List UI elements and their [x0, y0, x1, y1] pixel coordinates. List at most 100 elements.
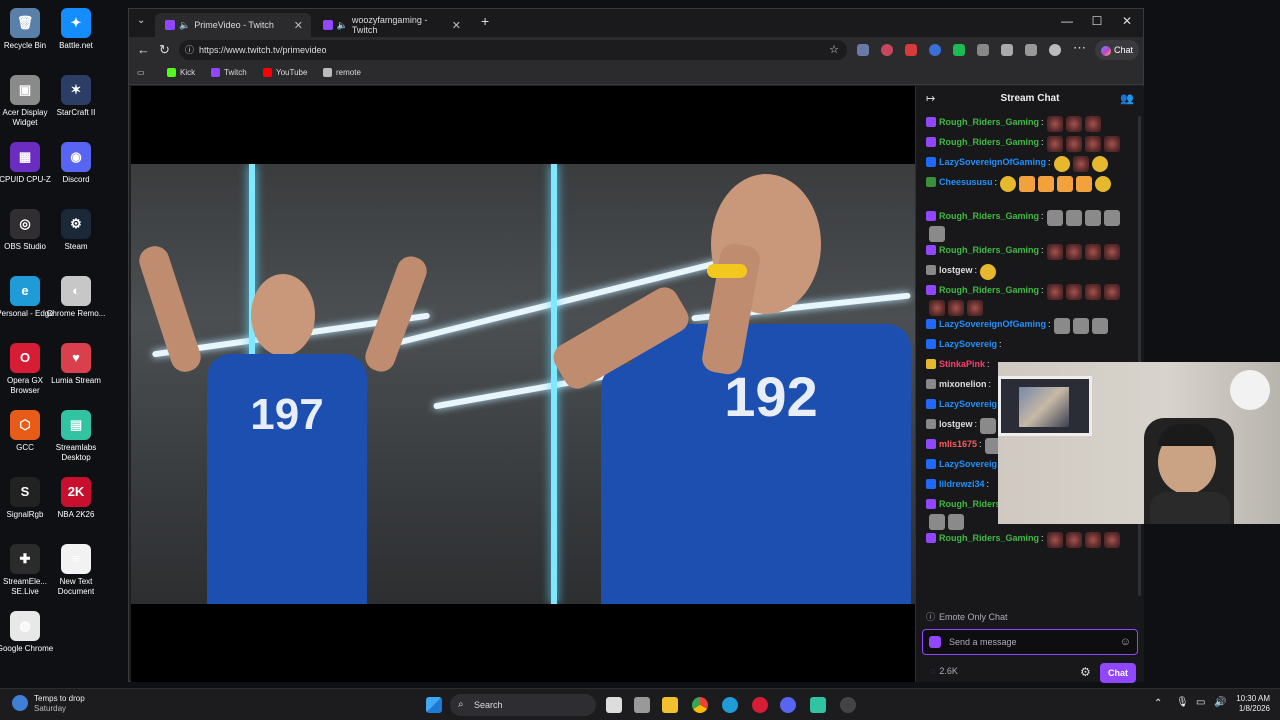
emote-icon[interactable] — [1084, 136, 1101, 152]
url-field[interactable]: ⓘ https://www.twitch.tv/primevideo ☆ — [179, 40, 847, 60]
emote-icon[interactable] — [980, 418, 997, 434]
emote-icon[interactable] — [1103, 244, 1120, 260]
chat-username[interactable]: LazySovereignOfGaming — [939, 156, 1046, 168]
task-view-icon[interactable] — [606, 697, 622, 713]
emote-icon[interactable] — [1019, 176, 1036, 192]
network-icon[interactable]: ▭ — [1196, 697, 1205, 708]
emote-icon[interactable] — [1072, 156, 1089, 172]
emote-icon[interactable] — [1091, 318, 1108, 334]
chat-settings-icon[interactable]: ⚙ — [1080, 665, 1091, 679]
desktop-icon[interactable]: ≡ New Text Document — [44, 544, 108, 597]
volume-icon[interactable]: 🔊 — [1214, 697, 1226, 708]
emote-icon[interactable] — [967, 300, 983, 316]
emote-icon[interactable] — [1065, 136, 1082, 152]
emote-icon[interactable] — [1103, 136, 1120, 152]
emote-icon[interactable] — [1084, 284, 1101, 300]
emote-icon[interactable] — [1000, 176, 1017, 192]
refresh-icon[interactable]: ↻ — [159, 42, 170, 58]
emote-icon[interactable] — [929, 300, 945, 316]
taskbar-search[interactable]: ⌕ Search — [450, 694, 596, 716]
emote-icon[interactable] — [1091, 156, 1108, 172]
new-tab-button[interactable]: + — [481, 13, 489, 29]
favorite-twitch[interactable]: Twitch — [211, 68, 247, 77]
emote-icon[interactable] — [1103, 284, 1120, 300]
chat-username[interactable]: lildrewzi34 — [939, 478, 985, 490]
emote-icon[interactable] — [1046, 532, 1063, 548]
emote-icon[interactable] — [1095, 176, 1112, 192]
window-close-icon[interactable]: ✕ — [1117, 14, 1137, 28]
emote-icon[interactable] — [1046, 210, 1063, 226]
chrome-icon[interactable] — [692, 697, 708, 713]
chat-username[interactable]: mixonelion — [939, 378, 987, 390]
copilot-chat-button[interactable]: Chat — [1095, 40, 1140, 60]
chat-username[interactable]: LazySovereig — [939, 458, 997, 470]
minimize-icon[interactable]: — — [1057, 14, 1077, 28]
weather-widget[interactable]: Temps to drop Saturday — [34, 694, 85, 714]
emote-icon[interactable] — [1065, 284, 1082, 300]
file-explorer-icon[interactable] — [662, 697, 678, 713]
tab-woozyfamgaming[interactable]: 🔈 woozyfamgaming - Twitch ✕ — [313, 13, 469, 37]
extension-icon[interactable] — [905, 44, 917, 56]
chat-username[interactable]: Rough_Riders_Gaming — [939, 136, 1039, 148]
desktop-icon[interactable]: ⚙ Steam — [44, 209, 108, 252]
widgets-icon[interactable] — [634, 697, 650, 713]
desktop-icon[interactable]: ✦ Battle.net — [44, 8, 108, 51]
extension-icon[interactable] — [929, 44, 941, 56]
emote-icon[interactable] — [1065, 532, 1082, 548]
desktop-icon[interactable]: 2K NBA 2K26 — [44, 477, 108, 520]
maximize-icon[interactable]: ☐ — [1087, 14, 1107, 28]
emote-icon[interactable] — [1046, 284, 1063, 300]
chat-scrollbar[interactable] — [1138, 116, 1141, 596]
close-icon[interactable]: ✕ — [452, 19, 461, 32]
close-icon[interactable]: ✕ — [294, 19, 303, 32]
chat-username[interactable]: Rough_Riders_Gaming — [939, 532, 1039, 544]
tab-primevideo[interactable]: 🔈 PrimeVideo - Twitch ✕ — [155, 13, 311, 37]
desktop-icon[interactable]: ◍ Google Chrome — [0, 611, 57, 654]
emote-icon[interactable] — [1103, 532, 1120, 548]
chat-username[interactable]: Rough_Riders_Gaming — [939, 210, 1039, 222]
emote-icon[interactable] — [1084, 210, 1101, 226]
extension-icon[interactable] — [857, 44, 869, 56]
discord-icon[interactable] — [780, 697, 796, 713]
favorite-youtube[interactable]: YouTube — [263, 68, 307, 77]
microphone-icon[interactable]: 🎙 — [1176, 697, 1189, 708]
chat-username[interactable]: LazySovereig — [939, 338, 997, 350]
chat-username[interactable]: Rough_Riders_Gaming — [939, 244, 1039, 256]
favorites-toggle-icon[interactable]: ▭ — [137, 68, 145, 77]
opera-gx-icon[interactable] — [752, 697, 768, 713]
emote-icon[interactable] — [948, 300, 964, 316]
refresh-extension-icon[interactable] — [977, 44, 989, 56]
desktop-icon[interactable]: ✶ StarCraft II — [44, 75, 108, 118]
chat-username[interactable]: lostgew — [939, 418, 973, 430]
chat-send-button[interactable]: Chat — [1100, 663, 1136, 683]
emote-icon[interactable] — [1103, 210, 1120, 226]
favorite-remote[interactable]: remote — [323, 68, 361, 77]
site-info-icon[interactable]: ⓘ — [185, 40, 194, 60]
emote-icon[interactable] — [1057, 176, 1074, 192]
emote-icon[interactable] — [1065, 210, 1082, 226]
emote-icon[interactable] — [1046, 116, 1063, 132]
chat-username[interactable]: Cheesususu — [939, 176, 993, 188]
desktop-icon[interactable]: ♥ Lumia Stream — [44, 343, 108, 386]
chat-username[interactable]: LazySovereig — [939, 398, 997, 410]
tab-actions-icon[interactable]: ⌄ — [137, 15, 145, 26]
emote-icon[interactable] — [1065, 116, 1082, 132]
emote-picker-icon[interactable] — [929, 636, 941, 648]
desktop-icon[interactable]: ◐ Chrome Remo... — [44, 276, 108, 319]
chat-username[interactable]: LazySovereignOfGaming — [939, 318, 1046, 330]
edge-icon[interactable] — [722, 697, 738, 713]
emote-icon[interactable] — [1065, 244, 1082, 260]
chat-input[interactable]: Send a message ☺ — [922, 629, 1138, 655]
emote-icon[interactable] — [1046, 136, 1063, 152]
emote-icon[interactable] — [1076, 176, 1093, 192]
emote-icon[interactable] — [1046, 244, 1063, 260]
more-menu-icon[interactable]: ⋯ — [1073, 40, 1086, 56]
community-icon[interactable]: 👥 — [1120, 92, 1134, 105]
desktop-icon[interactable]: ▤ Streamlabs Desktop — [44, 410, 108, 463]
emote-icon[interactable] — [948, 514, 964, 530]
extension-icon[interactable] — [881, 44, 893, 56]
streamlabs-icon[interactable] — [810, 697, 826, 713]
chat-username[interactable]: Rough_Riders_Gaming — [939, 284, 1039, 296]
emote-icon[interactable] — [1084, 244, 1101, 260]
back-icon[interactable]: ← — [137, 42, 150, 57]
